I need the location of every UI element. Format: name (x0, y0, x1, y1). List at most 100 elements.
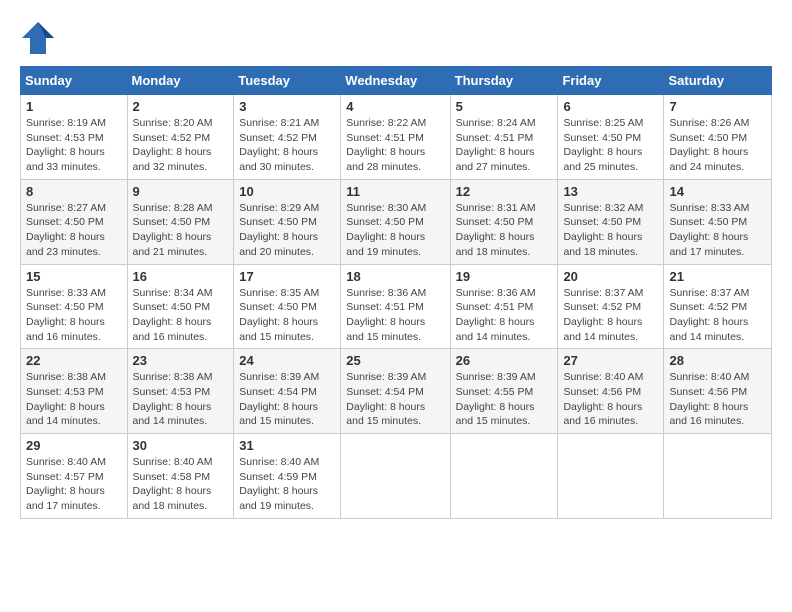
day-info: Sunrise: 8:32 AMSunset: 4:50 PMDaylight:… (563, 201, 658, 260)
calendar-cell: 31Sunrise: 8:40 AMSunset: 4:59 PMDayligh… (234, 434, 341, 519)
calendar-week-row: 1 Sunrise: 8:19 AMSunset: 4:53 PMDaylight… (21, 95, 772, 180)
day-info: Sunrise: 8:28 AMSunset: 4:50 PMDaylight:… (133, 201, 229, 260)
day-info: Sunrise: 8:19 AMSunset: 4:53 PMDaylight:… (26, 116, 122, 175)
day-info: Sunrise: 8:24 AMSunset: 4:51 PMDaylight:… (456, 116, 553, 175)
day-info: Sunrise: 8:22 AMSunset: 4:51 PMDaylight:… (346, 116, 444, 175)
day-info: Sunrise: 8:40 AMSunset: 4:58 PMDaylight:… (133, 455, 229, 514)
day-info: Sunrise: 8:33 AMSunset: 4:50 PMDaylight:… (26, 286, 122, 345)
weekday-header: Friday (558, 67, 664, 95)
day-info: Sunrise: 8:35 AMSunset: 4:50 PMDaylight:… (239, 286, 335, 345)
day-number: 13 (563, 184, 658, 199)
calendar-cell: 13 Sunrise: 8:32 AMSunset: 4:50 PMDayligh… (558, 179, 664, 264)
day-number: 30 (133, 438, 229, 453)
day-number: 27 (563, 353, 658, 368)
calendar-cell: 12 Sunrise: 8:31 AMSunset: 4:50 PMDayligh… (450, 179, 558, 264)
calendar-cell: 7 Sunrise: 8:26 AMSunset: 4:50 PMDaylight… (664, 95, 772, 180)
day-info: Sunrise: 8:27 AMSunset: 4:50 PMDaylight:… (26, 201, 122, 260)
day-info: Sunrise: 8:31 AMSunset: 4:50 PMDaylight:… (456, 201, 553, 260)
calendar-cell: 14 Sunrise: 8:33 AMSunset: 4:50 PMDayligh… (664, 179, 772, 264)
day-number: 28 (669, 353, 766, 368)
page-header (20, 20, 772, 56)
calendar-week-row: 15 Sunrise: 8:33 AMSunset: 4:50 PMDayligh… (21, 264, 772, 349)
calendar-cell: 8 Sunrise: 8:27 AMSunset: 4:50 PMDaylight… (21, 179, 128, 264)
calendar-body: 1 Sunrise: 8:19 AMSunset: 4:53 PMDaylight… (21, 95, 772, 519)
calendar-cell: 19Sunrise: 8:36 AMSunset: 4:51 PMDayligh… (450, 264, 558, 349)
day-number: 15 (26, 269, 122, 284)
calendar-cell: 15 Sunrise: 8:33 AMSunset: 4:50 PMDayligh… (21, 264, 128, 349)
day-number: 22 (26, 353, 122, 368)
day-info: Sunrise: 8:37 AMSunset: 4:52 PMDaylight:… (669, 286, 766, 345)
weekday-header: Saturday (664, 67, 772, 95)
day-number: 29 (26, 438, 122, 453)
day-info: Sunrise: 8:40 AMSunset: 4:59 PMDaylight:… (239, 455, 335, 514)
weekday-header: Wednesday (341, 67, 450, 95)
day-number: 7 (669, 99, 766, 114)
day-number: 20 (563, 269, 658, 284)
weekday-header: Thursday (450, 67, 558, 95)
calendar-week-row: 8 Sunrise: 8:27 AMSunset: 4:50 PMDaylight… (21, 179, 772, 264)
day-number: 18 (346, 269, 444, 284)
calendar-cell: 29Sunrise: 8:40 AMSunset: 4:57 PMDayligh… (21, 434, 128, 519)
day-number: 3 (239, 99, 335, 114)
calendar-week-row: 22 Sunrise: 8:38 AMSunset: 4:53 PMDayligh… (21, 349, 772, 434)
day-info: Sunrise: 8:39 AMSunset: 4:55 PMDaylight:… (456, 370, 553, 429)
day-info: Sunrise: 8:36 AMSunset: 4:51 PMDaylight:… (346, 286, 444, 345)
day-number: 17 (239, 269, 335, 284)
day-info: Sunrise: 8:25 AMSunset: 4:50 PMDaylight:… (563, 116, 658, 175)
day-number: 8 (26, 184, 122, 199)
day-number: 1 (26, 99, 122, 114)
day-number: 24 (239, 353, 335, 368)
calendar-cell: 6 Sunrise: 8:25 AMSunset: 4:50 PMDaylight… (558, 95, 664, 180)
day-info: Sunrise: 8:36 AMSunset: 4:51 PMDaylight:… (456, 286, 553, 345)
day-info: Sunrise: 8:39 AMSunset: 4:54 PMDaylight:… (239, 370, 335, 429)
day-info: Sunrise: 8:29 AMSunset: 4:50 PMDaylight:… (239, 201, 335, 260)
calendar-cell: 25 Sunrise: 8:39 AMSunset: 4:54 PMDayligh… (341, 349, 450, 434)
day-info: Sunrise: 8:40 AMSunset: 4:56 PMDaylight:… (563, 370, 658, 429)
calendar-cell (664, 434, 772, 519)
calendar-cell: 2 Sunrise: 8:20 AMSunset: 4:52 PMDaylight… (127, 95, 234, 180)
calendar-cell: 21 Sunrise: 8:37 AMSunset: 4:52 PMDayligh… (664, 264, 772, 349)
weekday-header: Tuesday (234, 67, 341, 95)
day-info: Sunrise: 8:38 AMSunset: 4:53 PMDaylight:… (133, 370, 229, 429)
calendar-cell: 1 Sunrise: 8:19 AMSunset: 4:53 PMDaylight… (21, 95, 128, 180)
calendar-cell: 30 Sunrise: 8:40 AMSunset: 4:58 PMDayligh… (127, 434, 234, 519)
day-number: 16 (133, 269, 229, 284)
calendar-cell: 20 Sunrise: 8:37 AMSunset: 4:52 PMDayligh… (558, 264, 664, 349)
logo (20, 20, 60, 56)
day-number: 21 (669, 269, 766, 284)
day-number: 23 (133, 353, 229, 368)
day-number: 5 (456, 99, 553, 114)
calendar-header: SundayMondayTuesdayWednesdayThursdayFrid… (21, 67, 772, 95)
day-number: 12 (456, 184, 553, 199)
calendar-cell: 26 Sunrise: 8:39 AMSunset: 4:55 PMDayligh… (450, 349, 558, 434)
calendar-cell: 16Sunrise: 8:34 AMSunset: 4:50 PMDayligh… (127, 264, 234, 349)
day-info: Sunrise: 8:40 AMSunset: 4:56 PMDaylight:… (669, 370, 766, 429)
calendar-cell (341, 434, 450, 519)
calendar-cell: 22Sunrise: 8:38 AMSunset: 4:53 PMDayligh… (21, 349, 128, 434)
calendar-cell: 18 Sunrise: 8:36 AMSunset: 4:51 PMDayligh… (341, 264, 450, 349)
day-number: 2 (133, 99, 229, 114)
calendar-cell: 10Sunrise: 8:29 AMSunset: 4:50 PMDayligh… (234, 179, 341, 264)
day-number: 14 (669, 184, 766, 199)
day-info: Sunrise: 8:20 AMSunset: 4:52 PMDaylight:… (133, 116, 229, 175)
calendar-cell: 11Sunrise: 8:30 AMSunset: 4:50 PMDayligh… (341, 179, 450, 264)
calendar-cell: 3 Sunrise: 8:21 AMSunset: 4:52 PMDaylight… (234, 95, 341, 180)
day-info: Sunrise: 8:39 AMSunset: 4:54 PMDaylight:… (346, 370, 444, 429)
calendar-cell: 4 Sunrise: 8:22 AMSunset: 4:51 PMDaylight… (341, 95, 450, 180)
day-info: Sunrise: 8:37 AMSunset: 4:52 PMDaylight:… (563, 286, 658, 345)
day-number: 9 (133, 184, 229, 199)
day-info: Sunrise: 8:21 AMSunset: 4:52 PMDaylight:… (239, 116, 335, 175)
day-info: Sunrise: 8:33 AMSunset: 4:50 PMDaylight:… (669, 201, 766, 260)
day-number: 26 (456, 353, 553, 368)
weekday-header: Monday (127, 67, 234, 95)
calendar-cell: 9 Sunrise: 8:28 AMSunset: 4:50 PMDaylight… (127, 179, 234, 264)
day-info: Sunrise: 8:26 AMSunset: 4:50 PMDaylight:… (669, 116, 766, 175)
day-number: 25 (346, 353, 444, 368)
calendar-cell: 24 Sunrise: 8:39 AMSunset: 4:54 PMDayligh… (234, 349, 341, 434)
day-number: 6 (563, 99, 658, 114)
day-number: 4 (346, 99, 444, 114)
day-info: Sunrise: 8:30 AMSunset: 4:50 PMDaylight:… (346, 201, 444, 260)
weekday-header: Sunday (21, 67, 128, 95)
calendar-cell: 17 Sunrise: 8:35 AMSunset: 4:50 PMDayligh… (234, 264, 341, 349)
calendar-table: SundayMondayTuesdayWednesdayThursdayFrid… (20, 66, 772, 519)
